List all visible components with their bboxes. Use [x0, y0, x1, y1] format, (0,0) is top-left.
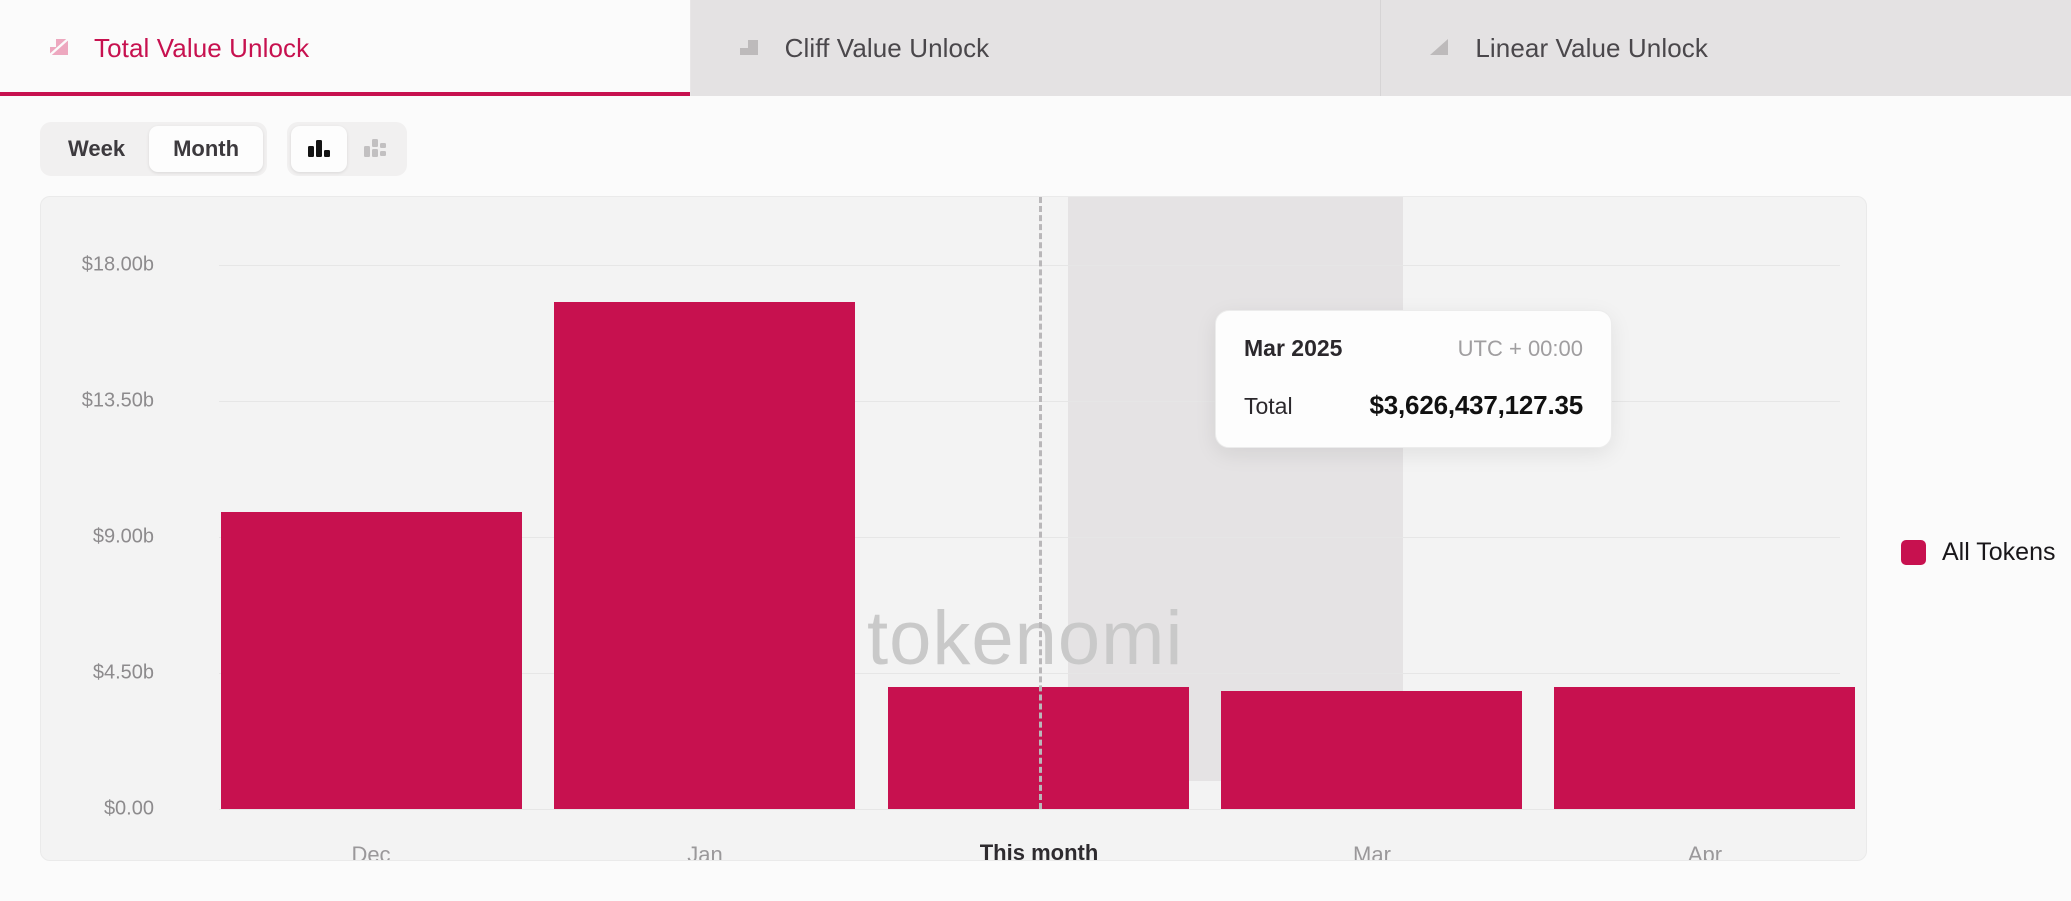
x-axis-tick-label: Mar [1353, 842, 1391, 861]
chart-watermark: tokenomi [867, 596, 1184, 681]
gridline [219, 809, 1840, 810]
tab-label: Total Value Unlock [94, 32, 310, 63]
linear-unlock-icon [1423, 33, 1453, 63]
y-axis-tick-label: $0.00 [103, 797, 154, 820]
tooltip-date: Mar 2025 [1244, 335, 1343, 361]
tooltip-metric-row: Total $3,626,437,127.35 [1244, 390, 1583, 421]
chart-tooltip: Mar 2025 UTC + 00:00 Total $3,626,437,12… [1215, 310, 1612, 448]
stacked-bar-chart-button[interactable] [347, 126, 403, 172]
plot-area: tokenomi $18.00b $13.50b $9.00b $4.50b $… [41, 197, 1866, 860]
x-axis-tick-label: Apr [1687, 842, 1723, 861]
bar-apr[interactable] [1554, 687, 1855, 809]
range-toggle-group: Week Month [40, 122, 268, 176]
chart-type-toggle-group [287, 122, 408, 176]
range-week-button[interactable]: Week [44, 126, 149, 172]
tooltip-metric-label: Total [1244, 393, 1293, 419]
grouped-bar-chart-icon [306, 137, 332, 162]
x-axis-tick-label: Dec [351, 842, 391, 861]
bar-mar[interactable] [1221, 691, 1522, 809]
chart-legend: All Tokens [1867, 196, 2056, 861]
grouped-bar-chart-button[interactable] [291, 126, 348, 172]
tooltip-timezone: UTC + 00:00 [1457, 336, 1583, 361]
total-unlock-icon [42, 33, 72, 63]
range-month-button[interactable]: Month [149, 126, 264, 172]
y-axis-tick-label: $13.50b [81, 389, 154, 412]
y-axis-tick-label: $4.50b [92, 661, 154, 684]
bar-jan[interactable] [554, 302, 855, 809]
chart-toolbar: Week Month [0, 96, 2071, 176]
y-axis-tick-label: $9.00b [92, 525, 154, 548]
tab-cliff-value-unlock[interactable]: Cliff Value Unlock [690, 0, 1382, 96]
tooltip-header: Mar 2025 UTC + 00:00 [1244, 335, 1583, 362]
tab-linear-value-unlock[interactable]: Linear Value Unlock [1381, 0, 2071, 96]
cliff-unlock-icon [733, 33, 763, 63]
gridline [219, 265, 1840, 266]
value-unlock-tabs: Total Value Unlock Cliff Value Unlock Li… [0, 0, 2071, 96]
tab-label: Cliff Value Unlock [784, 32, 990, 63]
x-axis-tick-label: Jan [687, 842, 723, 861]
tooltip-metric-value: $3,626,437,127.35 [1369, 390, 1584, 420]
legend-item-label[interactable]: All Tokens [1942, 538, 2056, 567]
unlock-bar-chart[interactable]: tokenomi $18.00b $13.50b $9.00b $4.50b $… [40, 196, 1867, 861]
stacked-bar-chart-icon [362, 137, 388, 162]
chart-section: tokenomi $18.00b $13.50b $9.00b $4.50b $… [0, 176, 2071, 861]
bar-dec[interactable] [221, 512, 522, 809]
y-axis-tick-label: $18.00b [81, 253, 154, 276]
tab-total-value-unlock[interactable]: Total Value Unlock [0, 0, 691, 96]
current-month-marker [1039, 197, 1042, 809]
tab-label: Linear Value Unlock [1475, 32, 1709, 63]
x-axis-tick-label-current: This month [979, 840, 1099, 861]
legend-swatch-icon [1901, 540, 1926, 565]
